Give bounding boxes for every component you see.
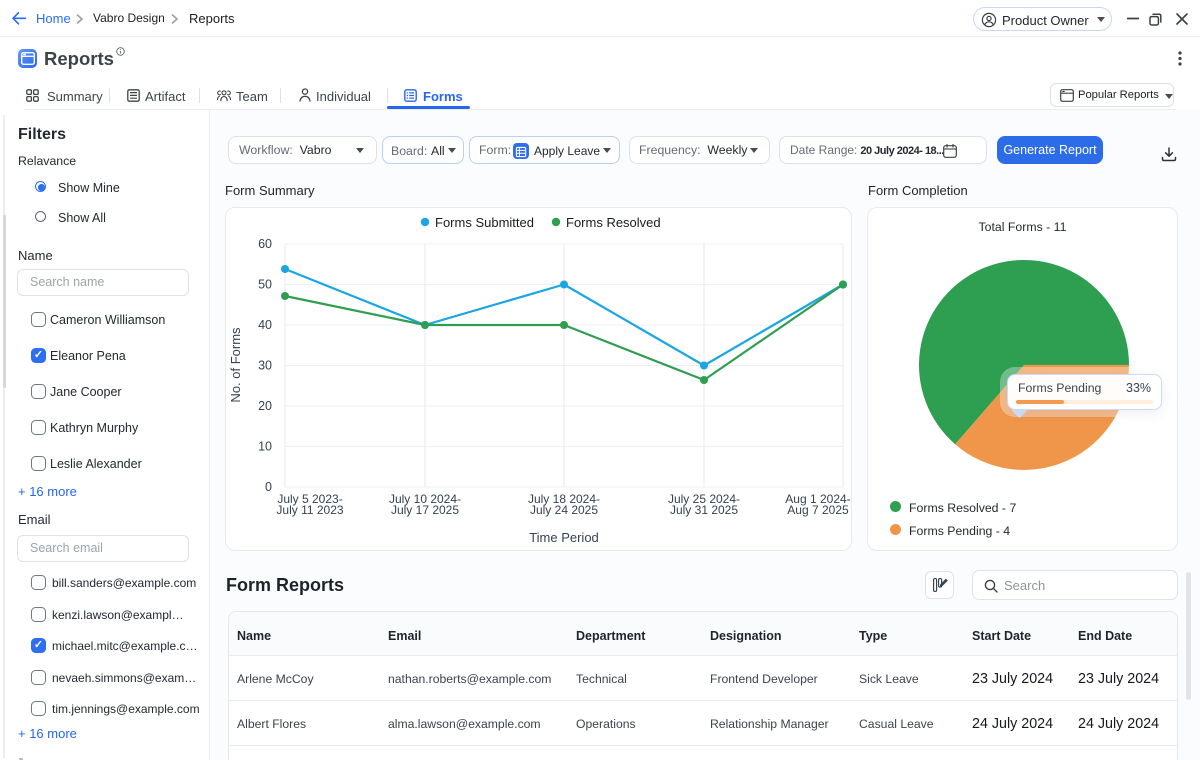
- svg-text:July 24 2025: July 24 2025: [530, 503, 598, 517]
- svg-text:0: 0: [265, 480, 272, 494]
- svg-text:Time Period: Time Period: [529, 530, 599, 545]
- svg-text:Forms Resolved: Forms Resolved: [566, 215, 661, 230]
- svg-text:10: 10: [258, 440, 272, 454]
- svg-text:60: 60: [258, 237, 272, 251]
- svg-text:40: 40: [258, 318, 272, 332]
- svg-text:No. of Forms: No. of Forms: [228, 327, 243, 403]
- svg-text:July 11 2023: July 11 2023: [276, 503, 343, 517]
- svg-text:30: 30: [258, 359, 272, 373]
- svg-text:July 31 2025: July 31 2025: [670, 503, 738, 517]
- svg-text:Forms Submitted: Forms Submitted: [435, 215, 534, 230]
- svg-text:20: 20: [258, 399, 272, 413]
- svg-text:July 17 2025: July 17 2025: [391, 503, 459, 517]
- svg-text:Aug 7 2025: Aug 7 2025: [787, 503, 849, 517]
- svg-text:50: 50: [258, 278, 272, 292]
